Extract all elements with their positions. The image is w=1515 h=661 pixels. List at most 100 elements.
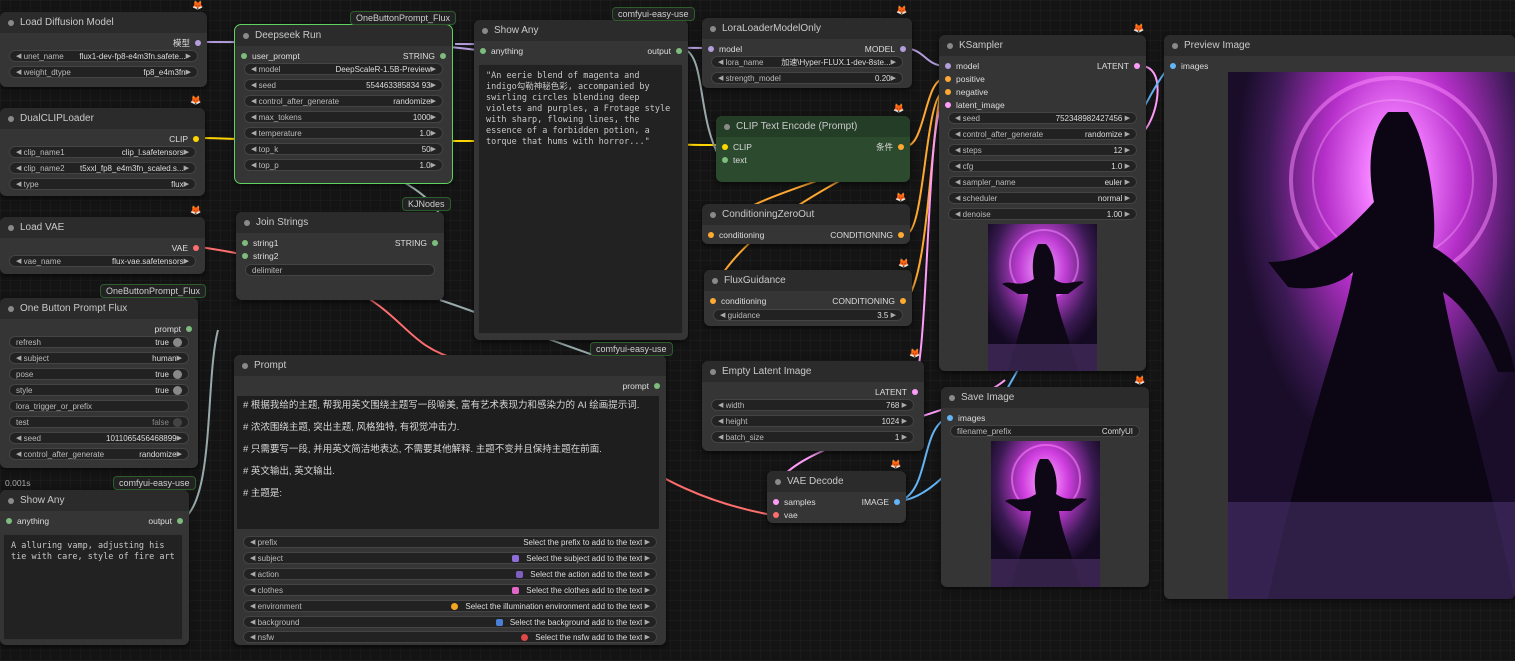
arrow-left-icon[interactable]: ◀ bbox=[16, 434, 21, 442]
arrow-left-icon[interactable]: ◀ bbox=[251, 145, 256, 153]
arrow-right-icon[interactable]: ▶ bbox=[431, 81, 436, 89]
arrow-left-icon[interactable]: ◀ bbox=[251, 161, 256, 169]
arrow-right-icon[interactable]: ▶ bbox=[184, 148, 189, 156]
arrow-left-icon[interactable]: ◀ bbox=[16, 180, 21, 188]
arrow-right-icon[interactable]: ▶ bbox=[431, 65, 436, 73]
preview-thumbnail[interactable] bbox=[988, 224, 1097, 371]
collapse-dot-icon[interactable] bbox=[8, 115, 14, 122]
node-conditioning-zero-out[interactable]: ConditioningZeroOut conditioning CONDITIO… bbox=[702, 204, 910, 244]
arrow-left-icon[interactable]: ◀ bbox=[955, 194, 960, 202]
node-deepseek-run[interactable]: Deepseek Run user_prompt STRING ◀ model De… bbox=[234, 24, 453, 184]
combo-background[interactable]: ◀ background Select the background add to… bbox=[243, 616, 657, 628]
arrow-right-icon[interactable]: ▶ bbox=[902, 417, 907, 425]
arrow-left-icon[interactable]: ◀ bbox=[16, 450, 21, 458]
input-port[interactable] bbox=[242, 239, 248, 246]
combo-action[interactable]: ◀ action Select the action add to the tex… bbox=[243, 568, 657, 580]
combo-environment[interactable]: ◀ environment Select the illumination env… bbox=[243, 600, 657, 612]
arrow-right-icon[interactable]: ▶ bbox=[1125, 178, 1130, 186]
arrow-right-icon[interactable]: ▶ bbox=[645, 618, 650, 626]
collapse-dot-icon[interactable] bbox=[710, 211, 716, 218]
arrow-right-icon[interactable]: ▶ bbox=[902, 433, 907, 441]
arrow-left-icon[interactable]: ◀ bbox=[16, 148, 21, 156]
arrow-left-icon[interactable]: ◀ bbox=[250, 633, 255, 641]
arrow-left-icon[interactable]: ◀ bbox=[718, 74, 723, 82]
arrow-right-icon[interactable]: ▶ bbox=[902, 401, 907, 409]
toggle-test[interactable]: test false bbox=[9, 416, 189, 428]
arrow-left-icon[interactable]: ◀ bbox=[250, 554, 255, 562]
arrow-left-icon[interactable]: ◀ bbox=[955, 210, 960, 218]
output-port[interactable] bbox=[195, 39, 201, 46]
combo-control-after-generate[interactable]: ◀ control_after_generate randomize ▶ bbox=[244, 95, 443, 107]
node-save-image[interactable]: Save Image images filename_prefix ComfyUI bbox=[941, 387, 1149, 587]
node-preview-image[interactable]: Preview Image images bbox=[1164, 35, 1515, 599]
arrow-right-icon[interactable]: ▶ bbox=[431, 161, 436, 169]
toggle-style[interactable]: style true bbox=[9, 384, 189, 396]
arrow-right-icon[interactable]: ▶ bbox=[186, 68, 191, 76]
arrow-right-icon[interactable]: ▶ bbox=[177, 354, 182, 362]
arrow-right-icon[interactable]: ▶ bbox=[1125, 130, 1130, 138]
number-seed[interactable]: ◀ seed 1011065456468899 ▶ bbox=[9, 432, 189, 444]
arrow-right-icon[interactable]: ▶ bbox=[184, 164, 189, 172]
arrow-right-icon[interactable]: ▶ bbox=[891, 58, 896, 66]
arrow-right-icon[interactable]: ▶ bbox=[1125, 210, 1130, 218]
collapse-dot-icon[interactable] bbox=[8, 224, 14, 231]
saved-thumbnail[interactable] bbox=[991, 441, 1100, 587]
output-port[interactable] bbox=[1134, 62, 1140, 69]
output-text-area[interactable]: A alluring vamp, adjusting his tie with … bbox=[3, 534, 183, 640]
arrow-right-icon[interactable]: ▶ bbox=[891, 74, 896, 82]
number-temperature[interactable]: ◀ temperature 1.0 ▶ bbox=[244, 127, 443, 139]
arrow-left-icon[interactable]: ◀ bbox=[955, 114, 960, 122]
number-width[interactable]: ◀ width 768 ▶ bbox=[711, 399, 914, 411]
combo-subject[interactable]: ◀ subject Select the subject add to the t… bbox=[243, 552, 657, 564]
node-empty-latent-image[interactable]: Empty Latent Image LATENT ◀ width 768 ▶ ◀… bbox=[702, 361, 924, 451]
input-port[interactable] bbox=[773, 498, 779, 505]
node-flux-guidance[interactable]: FluxGuidance conditioning CONDITIONING ◀ … bbox=[704, 270, 912, 326]
text-lora-trigger[interactable]: lora_trigger_or_prefix bbox=[9, 400, 189, 412]
number-cfg[interactable]: ◀ cfg 1.0 ▶ bbox=[948, 160, 1137, 172]
combo-control-after-generate[interactable]: ◀ control_after_generate randomize ▶ bbox=[9, 448, 189, 460]
input-port[interactable] bbox=[710, 297, 716, 304]
arrow-right-icon[interactable]: ▶ bbox=[431, 97, 436, 105]
text-filename-prefix[interactable]: filename_prefix ComfyUI bbox=[950, 425, 1140, 437]
arrow-left-icon[interactable]: ◀ bbox=[251, 65, 256, 73]
output-port[interactable] bbox=[898, 143, 904, 150]
number-height[interactable]: ◀ height 1024 ▶ bbox=[711, 415, 914, 427]
arrow-left-icon[interactable]: ◀ bbox=[955, 130, 960, 138]
output-port[interactable] bbox=[432, 239, 438, 246]
number-denoise[interactable]: ◀ denoise 1.00 ▶ bbox=[948, 208, 1137, 220]
arrow-right-icon[interactable]: ▶ bbox=[645, 602, 650, 610]
arrow-left-icon[interactable]: ◀ bbox=[955, 178, 960, 186]
collapse-dot-icon[interactable] bbox=[775, 478, 781, 485]
input-port[interactable] bbox=[241, 52, 247, 59]
combo-scheduler[interactable]: ◀ scheduler normal ▶ bbox=[948, 192, 1137, 204]
input-port[interactable] bbox=[947, 414, 953, 421]
number-guidance[interactable]: ◀ guidance 3.5 ▶ bbox=[713, 309, 903, 321]
arrow-right-icon[interactable]: ▶ bbox=[645, 586, 650, 594]
node-one-button-prompt-flux[interactable]: One Button Prompt Flux prompt refresh tru… bbox=[0, 298, 198, 468]
arrow-left-icon[interactable]: ◀ bbox=[251, 97, 256, 105]
output-port[interactable] bbox=[440, 52, 446, 59]
combo-unet-name[interactable]: ◀ unet_name flux1-dev-fp8-e4m3fn.safete..… bbox=[9, 50, 198, 62]
arrow-right-icon[interactable]: ▶ bbox=[645, 633, 650, 641]
combo-nsfw[interactable]: ◀ nsfw Select the nsfw add to the text ▶ bbox=[243, 631, 657, 643]
input-port[interactable] bbox=[6, 517, 12, 524]
combo-model[interactable]: ◀ model DeepScaleR-1.5B-Preview ▶ bbox=[244, 63, 443, 75]
input-port[interactable] bbox=[722, 156, 728, 163]
output-port[interactable] bbox=[654, 382, 660, 389]
arrow-left-icon[interactable]: ◀ bbox=[250, 570, 255, 578]
collapse-dot-icon[interactable] bbox=[244, 219, 250, 226]
toggle-pose[interactable]: pose true bbox=[9, 368, 189, 380]
toggle-refresh[interactable]: refresh true bbox=[9, 336, 189, 348]
combo-subject[interactable]: ◀ subject human ▶ bbox=[9, 352, 189, 364]
node-load-vae[interactable]: Load VAE VAE ◀ vae_name flux-vae.safetens… bbox=[0, 217, 205, 274]
output-port[interactable] bbox=[898, 231, 904, 238]
combo-clip-name2[interactable]: ◀ clip_name2 t5xxl_fp8_e4m3fn_scaled.s...… bbox=[9, 162, 196, 174]
collapse-dot-icon[interactable] bbox=[8, 305, 14, 312]
output-port[interactable] bbox=[193, 244, 199, 251]
combo-clip-name1[interactable]: ◀ clip_name1 clip_l.safetensors ▶ bbox=[9, 146, 196, 158]
arrow-right-icon[interactable]: ▶ bbox=[1125, 162, 1130, 170]
node-dualcliploader[interactable]: DualCLIPLoader CLIP ◀ clip_name1 clip_l.s… bbox=[0, 108, 205, 196]
combo-weight-dtype[interactable]: ◀ weight_dtype fp8_e4m3fn ▶ bbox=[9, 66, 198, 78]
combo-clothes[interactable]: ◀ clothes Select the clothes add to the t… bbox=[243, 584, 657, 596]
combo-sampler-name[interactable]: ◀ sampler_name euler ▶ bbox=[948, 176, 1137, 188]
